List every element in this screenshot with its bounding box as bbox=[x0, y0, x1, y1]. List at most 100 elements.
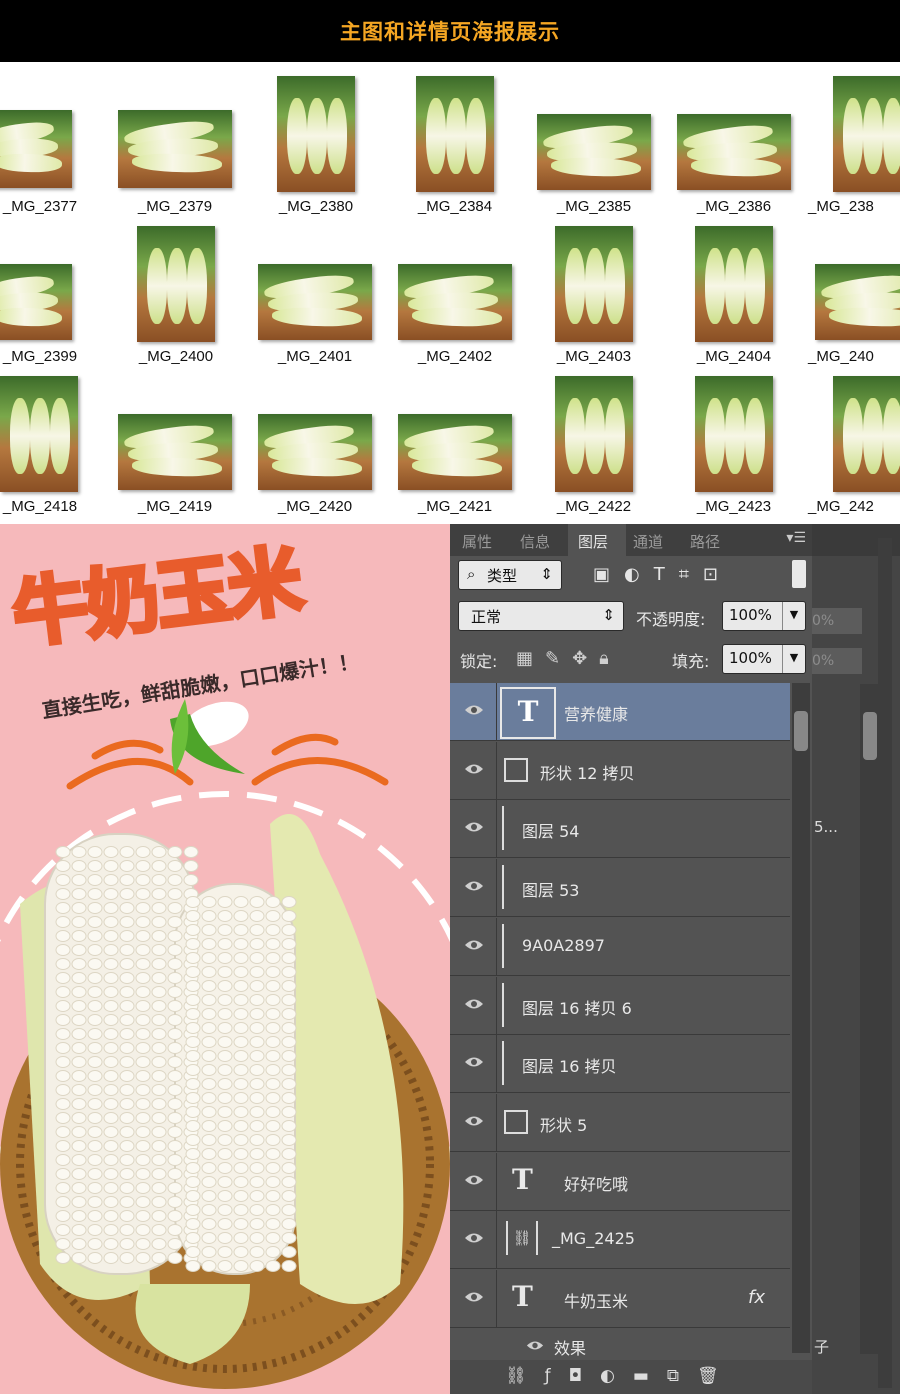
tab-paths[interactable]: 路径 bbox=[690, 531, 720, 552]
pixel-layer-thumb bbox=[502, 982, 504, 1027]
layer-effects-row[interactable]: 效果 bbox=[450, 1328, 790, 1358]
layer-name: 牛奶玉米 bbox=[564, 1292, 629, 1311]
layers-footer: ⛓ƒ◘◐▬⧉🗑︎ bbox=[450, 1360, 812, 1394]
chevron-updown-icon: ⇕ bbox=[540, 565, 553, 583]
thumbnail-filename: _MG_2384 bbox=[417, 198, 493, 215]
side-layer-fragment: 5... bbox=[814, 818, 838, 836]
thumbnail-image bbox=[258, 264, 372, 340]
pixel-layer-thumb bbox=[502, 923, 504, 968]
thumbnail-filename: _MG_2403 bbox=[556, 348, 632, 365]
filter-kind-select[interactable]: ⌕ 类型 ⇕ bbox=[458, 560, 562, 590]
text-layer-icon: T bbox=[512, 1280, 533, 1313]
eye-icon[interactable] bbox=[464, 1172, 483, 1190]
header-title: 主图和详情页海报展示 bbox=[340, 20, 560, 44]
thumbnail-image bbox=[555, 226, 633, 342]
eye-icon[interactable] bbox=[464, 996, 483, 1014]
layer-row[interactable]: ⛓ _MG_2425 bbox=[450, 1211, 790, 1270]
thumbnail-image bbox=[537, 114, 651, 190]
pixel-layer-thumb bbox=[502, 806, 504, 851]
panel-menu-icon[interactable]: ▾☰ bbox=[786, 530, 806, 546]
fill-field[interactable]: 100% ▼ bbox=[722, 644, 806, 674]
thumbnail-filename: _MG_2402 bbox=[417, 348, 493, 365]
lock-label: 锁定: bbox=[460, 652, 498, 671]
eye-icon[interactable] bbox=[464, 937, 483, 955]
eye-icon[interactable] bbox=[464, 702, 483, 720]
thumbnail-filename: _MG_242 bbox=[808, 498, 874, 515]
lock-icons[interactable]: ▦✎✥🔒︎ bbox=[516, 648, 621, 669]
footer-icons[interactable]: ⛓ƒ◘◐▬⧉🗑︎ bbox=[505, 1366, 737, 1386]
scrollbar-thumb[interactable] bbox=[794, 711, 808, 751]
eye-icon[interactable] bbox=[464, 761, 483, 779]
thumbnail-filename: _MG_2420 bbox=[277, 498, 353, 515]
eye-icon[interactable] bbox=[526, 1337, 544, 1356]
eye-icon[interactable] bbox=[464, 878, 483, 896]
thumbnail-image bbox=[137, 226, 215, 342]
layer-row[interactable]: 形状 5 bbox=[450, 1093, 790, 1152]
thumbnail-image bbox=[833, 376, 900, 492]
fx-icon[interactable]: fx bbox=[748, 1287, 765, 1308]
chevron-updown-icon: ⇕ bbox=[602, 606, 615, 624]
eye-icon[interactable] bbox=[464, 1230, 483, 1248]
opacity-field[interactable]: 100% ▼ bbox=[722, 601, 806, 631]
eye-icon[interactable] bbox=[464, 819, 483, 837]
smart-object-icon: ⛓ bbox=[506, 1221, 538, 1256]
side-opacity-fragment: 0% bbox=[812, 608, 862, 634]
opacity-value: 100% bbox=[729, 606, 772, 624]
layers-panel: 属性 信息 图层 通道 路径 ▾☰ 图层 ⌕ 类型 ⇕ ▣◐T⌗⊡ 正常 ⇕ 不… bbox=[450, 524, 900, 1394]
thumbnail-filename: _MG_2418 bbox=[2, 498, 78, 515]
chevron-down-icon[interactable]: ▼ bbox=[782, 645, 805, 673]
layer-name: 形状 12 拷贝 bbox=[540, 763, 635, 783]
thumbnail-image bbox=[416, 76, 494, 192]
thumbnail-filename: _MG_2419 bbox=[137, 498, 213, 515]
thumbnail-image bbox=[0, 110, 72, 188]
layer-row[interactable]: 图层 53 bbox=[450, 859, 790, 918]
thumbnail-image bbox=[277, 76, 355, 192]
thumbnail-image bbox=[398, 264, 512, 340]
thumbnail-image bbox=[815, 264, 900, 340]
thumbnail-filename: _MG_2380 bbox=[278, 198, 354, 215]
side-scrollbar[interactable] bbox=[860, 684, 880, 1354]
chevron-down-icon[interactable]: ▼ bbox=[782, 602, 805, 630]
tab-properties[interactable]: 属性 bbox=[462, 531, 492, 552]
thumbnail-filename: _MG_2421 bbox=[417, 498, 493, 515]
effects-label: 效果 bbox=[554, 1338, 587, 1358]
layer-row[interactable]: 9A0A2897 bbox=[450, 917, 790, 976]
tab-channels[interactable]: 通道 bbox=[633, 531, 663, 552]
poster-preview: 牛奶玉米 直接生吃，鲜甜脆嫩，口口爆汁！！ bbox=[0, 524, 450, 1394]
layer-row[interactable]: 图层 54 bbox=[450, 800, 790, 859]
thumbnail-image bbox=[677, 114, 791, 190]
thumbnail-filename: _MG_2404 bbox=[696, 348, 772, 365]
thumbnail-image bbox=[118, 110, 232, 188]
eye-icon[interactable] bbox=[464, 1113, 483, 1131]
layer-row[interactable]: T 好好吃哦 bbox=[450, 1152, 790, 1211]
layer-name: _MG_2425 bbox=[552, 1229, 635, 1249]
layers-scrollbar[interactable] bbox=[792, 683, 810, 1353]
thumbnail-image bbox=[118, 414, 232, 490]
layer-row[interactable]: T 牛奶玉米 fx bbox=[450, 1270, 790, 1328]
layer-name: 图层 16 拷贝 bbox=[522, 1057, 617, 1077]
thumbnail-image bbox=[0, 264, 72, 340]
blend-mode-select[interactable]: 正常 ⇕ bbox=[458, 601, 624, 631]
layer-row[interactable]: 形状 12 拷贝 bbox=[450, 741, 790, 800]
fill-label: 填充: bbox=[672, 652, 710, 671]
header-bar: 主图和详情页海报展示 bbox=[0, 0, 900, 62]
thumbnail-filename: _MG_2423 bbox=[696, 498, 772, 515]
blend-mode-label: 正常 bbox=[471, 608, 502, 626]
eye-icon[interactable] bbox=[464, 1054, 483, 1072]
thumbnail-filename: _MG_240 bbox=[808, 348, 874, 365]
tab-info[interactable]: 信息 bbox=[520, 531, 550, 552]
eye-icon[interactable] bbox=[464, 1289, 483, 1307]
filter-toggle[interactable] bbox=[792, 560, 806, 588]
thumbnail-image bbox=[0, 376, 78, 492]
pixel-layer-thumb bbox=[502, 1041, 504, 1086]
corn-cob-left bbox=[44, 833, 196, 1275]
layer-row[interactable]: 图层 16 拷贝 6 bbox=[450, 976, 790, 1035]
layer-row[interactable]: 图层 16 拷贝 bbox=[450, 1035, 790, 1094]
thumbnail-image bbox=[398, 414, 512, 490]
filter-icons[interactable]: ▣◐T⌗⊡ bbox=[593, 564, 732, 585]
thumbnail-filename: _MG_2422 bbox=[556, 498, 632, 515]
layers-list: T 营养健康形状 12 拷贝图层 54 图层 53 9A0A2897 图层 16 拷贝 … bbox=[450, 683, 790, 1358]
thumbnail-image bbox=[695, 226, 773, 342]
panel-tabs: 属性 信息 图层 通道 路径 ▾☰ bbox=[450, 524, 812, 556]
layer-row[interactable]: T 营养健康 bbox=[450, 683, 790, 741]
